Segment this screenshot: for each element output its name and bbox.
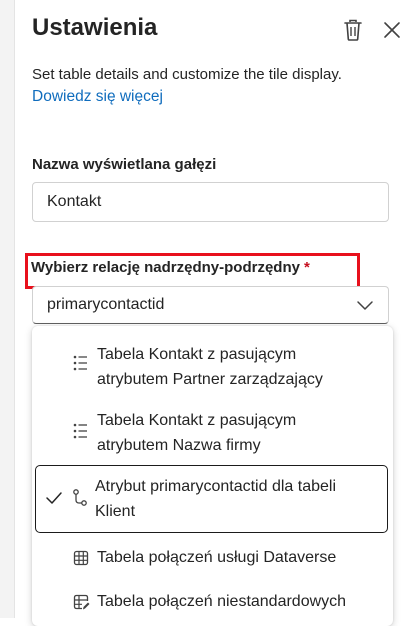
close-button[interactable] [378, 16, 406, 44]
close-icon [384, 22, 400, 38]
option-label: Tabela Kontakt z pasującym atrybutem Naz… [97, 408, 296, 458]
panel-title: Ustawienia [32, 14, 158, 41]
option-label: Tabela połączeń usługi Dataverse [97, 549, 337, 566]
option-line: Tabela Kontakt z pasującym [97, 346, 297, 363]
relationship-selected-value: primarycontactid [47, 296, 165, 313]
option-dataverse-join-table[interactable]: Tabela połączeń usługi Dataverse [35, 538, 388, 578]
relationship-label: Wybierz relację nadrzędny-podrzędny * [31, 259, 310, 276]
relationship-label-text: Wybierz relację nadrzędny-podrzędny [31, 259, 300, 276]
option-line: Tabela Kontakt z pasującym [97, 412, 297, 429]
chevron-down-icon [357, 301, 373, 310]
branch-name-label: Nazwa wyświetlana gałęzi [32, 156, 217, 173]
option-line: atrybutem Partner zarządzający [97, 371, 323, 388]
learn-more-link[interactable]: Dowiedz się więcej [32, 88, 163, 106]
option-line: Klient [95, 503, 136, 520]
list-icon [73, 355, 87, 371]
option-label: Tabela Kontakt z pasującym atrybutem Par… [97, 342, 323, 392]
left-pane-edge [0, 0, 15, 618]
option-partner-manager[interactable]: Tabela Kontakt z pasującym atrybutem Par… [35, 338, 388, 398]
option-custom-join-table[interactable]: Tabela połączeń niestandardowych [35, 582, 388, 622]
delete-button[interactable] [339, 16, 367, 44]
relationship-listbox: Tabela Kontakt z pasującym atrybutem Par… [32, 326, 393, 626]
list-icon [73, 423, 87, 439]
option-label: Tabela połączeń niestandardowych [97, 593, 347, 610]
option-company-name[interactable]: Tabela Kontakt z pasującym atrybutem Naz… [35, 404, 388, 464]
required-mark: * [303, 259, 310, 276]
table-edit-icon [73, 594, 90, 610]
table-icon [73, 550, 89, 566]
branch-icon [73, 489, 87, 506]
relationship-dropdown[interactable]: primarycontactid [32, 286, 389, 324]
option-primarycontactid[interactable]: Atrybut primarycontactid dla tabeli Klie… [35, 465, 388, 533]
option-line: Atrybut primarycontactid dla tabeli [95, 478, 336, 495]
checkmark-icon [46, 492, 62, 504]
option-line: atrybutem Nazwa firmy [97, 437, 261, 454]
panel-description: Set table details and customize the tile… [32, 66, 342, 83]
option-label: Atrybut primarycontactid dla tabeli Klie… [95, 474, 336, 524]
trash-icon [344, 19, 362, 41]
branch-name-input[interactable] [32, 182, 389, 222]
